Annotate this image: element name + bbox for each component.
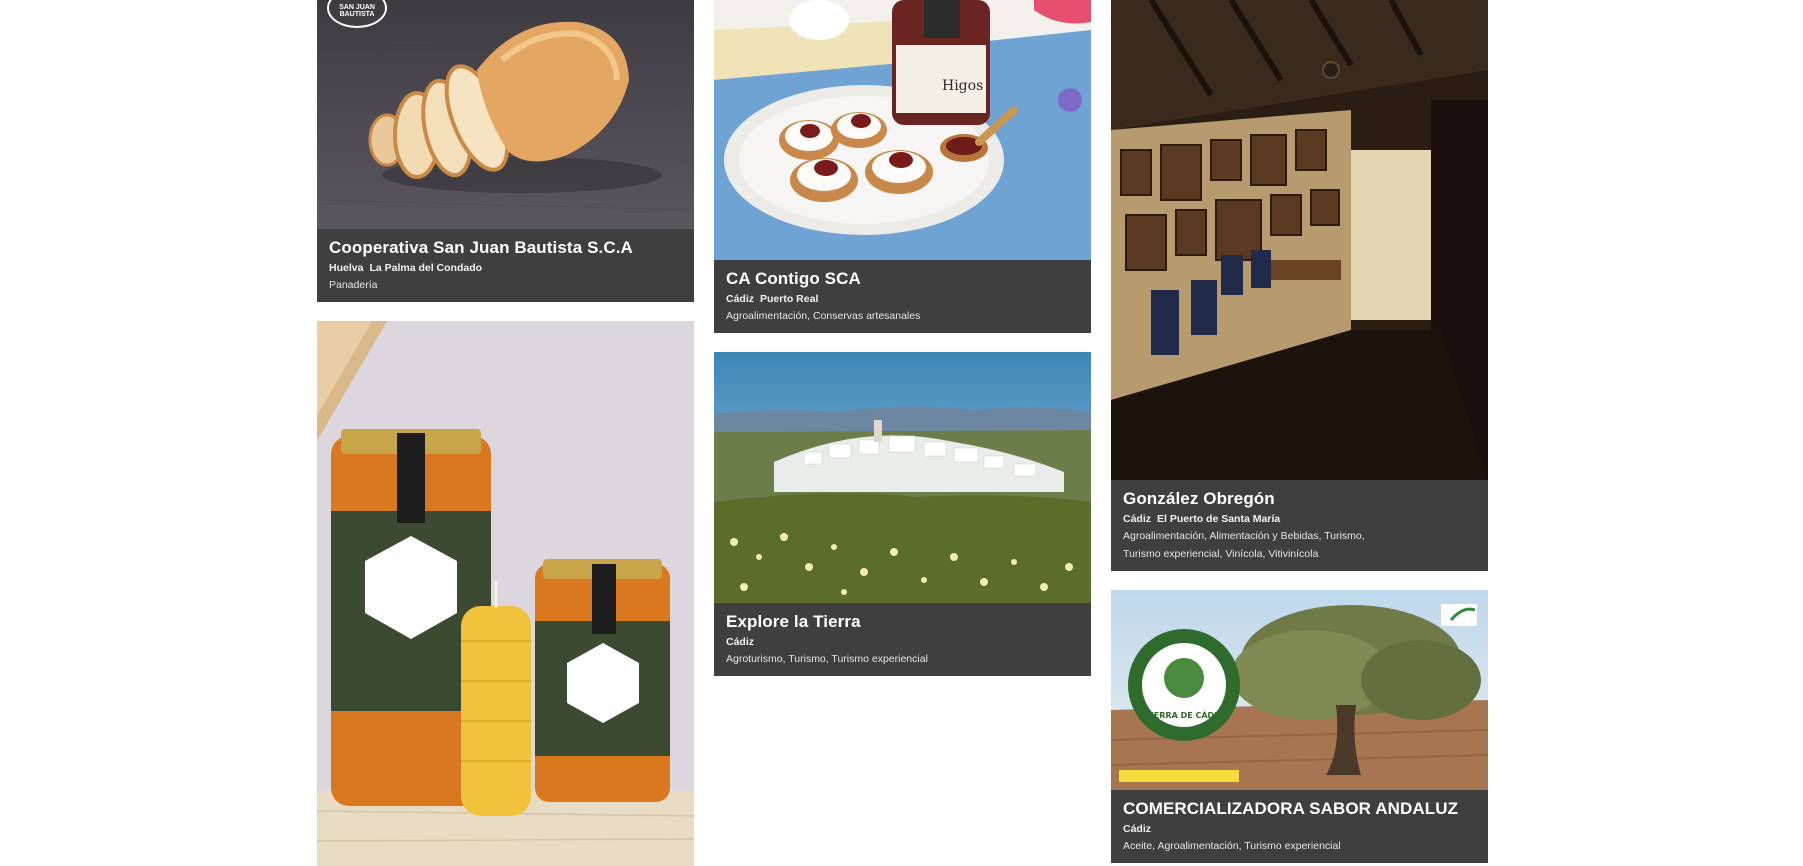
product-card-san-juan-bautista[interactable]: SAN JUAN BAUTISTA Cooperativa San Juan B…: [317, 0, 694, 302]
card-province: Cádiz: [726, 293, 755, 305]
card-province: Cádiz: [726, 636, 755, 648]
card-caption: González Obregón Cádiz El Puerto de Santa…: [1111, 480, 1488, 571]
card-town: La Palma del Condado: [369, 262, 483, 274]
jar-label: Higos: [942, 78, 983, 94]
card-location: Cádiz Puerto Real: [726, 292, 1079, 306]
product-card-sabor-andaluz[interactable]: SIERRA DE CÁDIZ COMERCIALIZADORA SABOR A…: [1111, 590, 1488, 863]
card-title[interactable]: González Obregón: [1123, 489, 1476, 509]
tavern-interior-photo: [1111, 0, 1488, 480]
card-title[interactable]: Cooperativa San Juan Bautista S.C.A: [329, 238, 682, 258]
seal-text: SIERRA DE CÁDIZ: [1145, 709, 1223, 720]
jam-toast-photo: Higos: [714, 0, 1091, 260]
card-caption: Cooperativa San Juan Bautista S.C.A Huel…: [317, 229, 694, 302]
card-province: Cádiz: [1123, 823, 1152, 835]
product-card-honey[interactable]: [317, 321, 694, 866]
card-location: Cádiz El Puerto de Santa María: [1123, 512, 1476, 526]
card-town: El Puerto de Santa María: [1157, 513, 1281, 525]
card-caption: Explore la Tierra Cádiz Agroturismo, Tur…: [714, 603, 1091, 676]
card-categories: Aceite, Agroalimentación, Turismo experi…: [1123, 840, 1341, 852]
card-title[interactable]: Explore la Tierra: [726, 612, 1079, 632]
card-categories: Panadería: [329, 279, 378, 291]
bread-photo: SAN JUAN BAUTISTA: [317, 0, 694, 229]
product-card-ca-contigo[interactable]: Higos CA Contigo SCA Cádiz Puerto Real Ag…: [714, 0, 1091, 333]
card-title[interactable]: CA Contigo SCA: [726, 269, 1079, 289]
product-card-gonzalez-obregon[interactable]: González Obregón Cádiz El Puerto de Santa…: [1111, 0, 1488, 571]
card-title[interactable]: COMERCIALIZADORA SABOR ANDALUZ: [1123, 799, 1476, 819]
card-town: Puerto Real: [760, 293, 819, 305]
white-village-landscape-photo: [714, 352, 1091, 603]
card-categories: Agroalimentación, Alimentación y Bebidas…: [1123, 530, 1365, 560]
product-card-explore-la-tierra[interactable]: Explore la Tierra Cádiz Agroturismo, Tur…: [714, 352, 1091, 676]
card-province: Huelva: [329, 262, 364, 274]
card-categories: Agroalimentación, Conservas artesanales: [726, 310, 921, 322]
card-location: Cádiz: [1123, 822, 1476, 836]
card-location: Cádiz: [726, 635, 1079, 649]
card-caption: CA Contigo SCA Cádiz Puerto Real Agroalim…: [714, 260, 1091, 333]
olive-tree-photo: SIERRA DE CÁDIZ: [1111, 590, 1488, 790]
card-categories: Agroturismo, Turismo, Turismo experienci…: [726, 653, 928, 665]
card-caption: COMERCIALIZADORA SABOR ANDALUZ Cádiz Ace…: [1111, 790, 1488, 863]
card-location: Huelva La Palma del Condado: [329, 261, 682, 275]
card-province: Cádiz: [1123, 513, 1152, 525]
honey-jars-photo: [317, 321, 694, 866]
